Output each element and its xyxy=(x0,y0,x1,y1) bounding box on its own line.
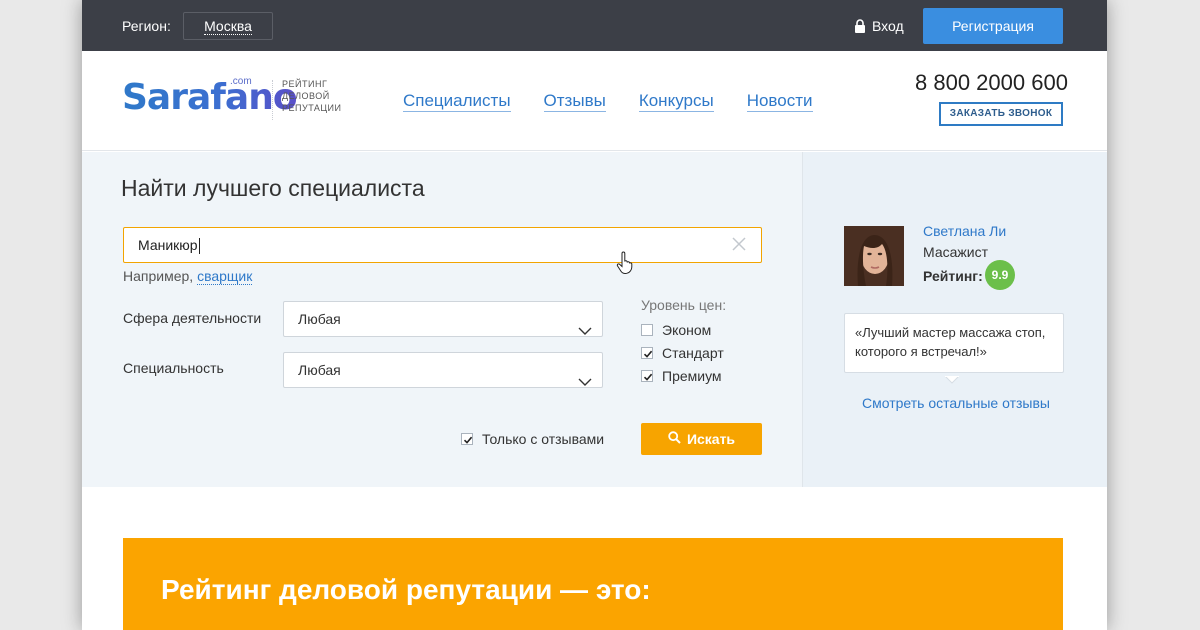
price-level-premium[interactable]: Премиум xyxy=(641,368,722,384)
rating-label: Рейтинг: xyxy=(923,268,983,284)
region-label: Регион: xyxy=(122,18,171,34)
login-link[interactable]: Вход xyxy=(854,18,904,34)
specialty-field-label: Специальность xyxy=(123,360,224,376)
search-query: Маникюр xyxy=(138,237,198,253)
checkbox-only-with-reviews[interactable] xyxy=(461,433,473,445)
search-input[interactable]: Маникюр xyxy=(123,227,762,263)
text-caret xyxy=(198,238,200,255)
checkbox-economy[interactable] xyxy=(641,324,653,336)
phone-number: 8 800 2000 600 xyxy=(915,70,1068,95)
specialty-select[interactable]: Любая xyxy=(283,352,603,388)
banner-title: Рейтинг деловой репутации — это: xyxy=(161,574,651,605)
page: Регион: Москва Вход Регистрация Sarafano… xyxy=(82,0,1107,630)
rating-badge: 9.9 xyxy=(985,260,1015,290)
search-button[interactable]: Искать xyxy=(641,423,762,455)
header: Sarafano .com РЕЙТИНГ ДЕЛОВОЙ РЕПУТАЦИИ … xyxy=(82,51,1107,151)
activity-field-label: Сфера деятельности xyxy=(123,310,262,326)
more-reviews-link[interactable]: Смотреть остальные отзывы xyxy=(862,395,1050,411)
price-level-economy[interactable]: Эконом xyxy=(641,322,711,338)
example-link[interactable]: сварщик xyxy=(197,268,253,285)
logo-tagline: РЕЙТИНГ ДЕЛОВОЙ РЕПУТАЦИИ xyxy=(282,79,342,113)
login-label: Вход xyxy=(872,18,904,34)
price-level-standard-label: Стандарт xyxy=(662,345,724,361)
nav-item-reviews[interactable]: Отзывы xyxy=(543,91,606,112)
nav-item-news[interactable]: Новости xyxy=(746,91,813,112)
hand-cursor-icon xyxy=(616,251,634,275)
logo-text: Sarafano xyxy=(122,77,298,118)
activity-select-value: Любая xyxy=(298,311,341,327)
callback-button[interactable]: ЗАКАЗАТЬ ЗВОНОК xyxy=(939,102,1063,126)
clear-icon[interactable] xyxy=(732,237,746,251)
review-panel: Светлана Ли Масажист Рейтинг: 9.9 «Лучши… xyxy=(802,152,1107,487)
logo[interactable]: Sarafano .com РЕЙТИНГ ДЕЛОВОЙ РЕПУТАЦИИ xyxy=(122,76,341,120)
checkbox-premium[interactable] xyxy=(641,370,653,382)
avatar[interactable] xyxy=(844,226,904,286)
search-panel: Найти лучшего специалиста Маникюр Наприм… xyxy=(82,152,802,487)
activity-select[interactable]: Любая xyxy=(283,301,603,337)
example-prefix: Например, xyxy=(123,268,194,284)
price-level-label: Уровень цен: xyxy=(641,297,727,313)
register-button[interactable]: Регистрация xyxy=(923,8,1063,44)
only-with-reviews[interactable]: Только с отзывами xyxy=(461,431,604,447)
reputation-banner: Рейтинг деловой репутации — это: xyxy=(123,538,1063,630)
region-selector-button[interactable]: Москва xyxy=(183,12,273,40)
price-level-economy-label: Эконом xyxy=(662,322,712,338)
logo-suffix: .com xyxy=(230,76,252,87)
nav-item-specialists[interactable]: Специалисты xyxy=(403,91,511,112)
quote-pointer xyxy=(944,371,960,384)
chevron-down-icon xyxy=(578,314,592,335)
review-quote: «Лучший мастер массажа стоп, которого я … xyxy=(844,313,1064,373)
only-with-reviews-label: Только с отзывами xyxy=(482,431,605,447)
search-icon xyxy=(668,431,681,447)
nav-item-contests[interactable]: Конкурсы xyxy=(638,91,714,112)
main-nav: Специалисты Отзывы Конкурсы Новости xyxy=(403,91,813,112)
chevron-down-icon xyxy=(578,365,592,386)
lock-icon xyxy=(854,19,866,33)
region-value: Москва xyxy=(204,18,252,35)
search-button-label: Искать xyxy=(686,431,736,447)
logo-divider xyxy=(272,80,273,120)
reviewer-role: Масажист xyxy=(923,244,988,260)
top-bar: Регион: Москва Вход Регистрация xyxy=(82,0,1107,51)
price-level-premium-label: Премиум xyxy=(662,368,722,384)
checkbox-standard[interactable] xyxy=(641,347,653,359)
price-level-standard[interactable]: Стандарт xyxy=(641,345,724,361)
specialty-select-value: Любая xyxy=(298,362,341,378)
search-title: Найти лучшего специалиста xyxy=(121,175,425,201)
search-example: Например, сварщик xyxy=(123,268,253,285)
reviewer-name[interactable]: Светлана Ли xyxy=(923,223,1006,239)
